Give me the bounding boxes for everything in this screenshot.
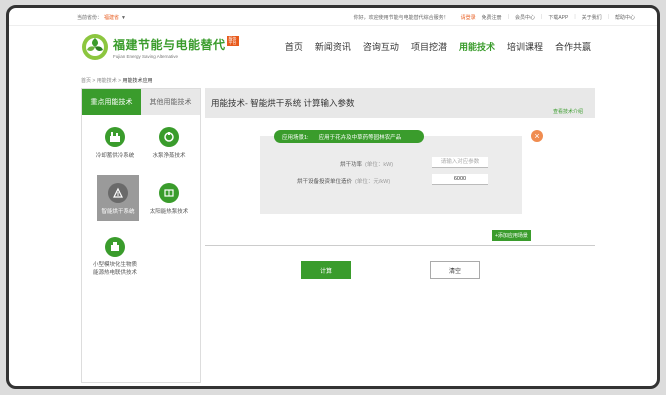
site-header: 福建节能与电能替代 服务平台 Fujian Energy Saving Alter… [9,26,657,74]
welcome-text: 你好，欢迎使用节能与电能替代综合服务！ [353,15,449,21]
breadcrumb-section[interactable]: 用能技术 [97,78,117,84]
field-cost-label: 烘干设备投资单位造价 [297,179,353,185]
unit-cost-input[interactable] [432,174,488,185]
site-subtitle: Fujian Energy Saving Alternative [113,53,179,59]
login-link[interactable]: 请登录 [455,14,479,21]
boiler-icon [159,127,179,147]
breadcrumb-current: 用能技术应用 [122,78,153,84]
tech-item-label: 小型模块化生物质能源热电联供技术 [93,262,138,276]
tech-item-biomass[interactable]: 小型模块化生物质能源热电联供技术 [93,237,137,277]
tab-other-tech[interactable]: 其他用能技术 [141,89,200,115]
nav-consult[interactable]: 咨询互动 [357,40,405,53]
tech-item-label: 太阳能热泵技术 [149,209,189,215]
nav-home[interactable]: 首页 [279,40,309,53]
nav-projects[interactable]: 项目挖潜 [405,40,453,53]
calc-panel: 用能技术- 智能烘干系统 计算输入参数 查看技术介绍 应用场景1: 应用于花卉及中… [205,88,595,246]
field-power-label: 烘干功率 [340,162,363,168]
leaf-logo-icon [81,33,109,61]
field-power-label-row: 烘干功率 (单位：kW) [340,160,393,168]
tech-sidebar: 重点用能技术 其他用能技术 冷却蓄供冷系统 水泵浄蒸技术 智能烘干系统 太阳能热… [81,88,201,383]
nav-training[interactable]: 培训课程 [501,40,549,53]
tech-item-solar-pump[interactable]: 太阳能热泵技术 [147,183,191,215]
power-input[interactable] [432,157,488,168]
tech-item-label: 冷却蓄供冷系统 [95,153,135,159]
add-scenario-button[interactable]: +添加应用场景 [492,230,531,241]
view-tech-intro-link[interactable]: 查看技术介绍 [553,108,583,115]
dryer-icon [108,183,128,203]
register-link[interactable]: 免费注册 [479,14,508,21]
clear-button[interactable]: 清空 [430,261,480,279]
help-center-link[interactable]: 帮助中心 [609,14,641,21]
province-value[interactable]: 福建省 [104,15,119,21]
tech-item-smart-dryer[interactable]: 智能烘干系统 [97,175,139,221]
scenario-label: 应用场景1: [282,134,309,141]
breadcrumb-home[interactable]: 首页 [81,78,91,84]
site-title: 福建节能与电能替代 [113,37,226,52]
site-logo[interactable]: 福建节能与电能替代 服务平台 Fujian Energy Saving Alter… [81,33,239,61]
tech-item-water-pump[interactable]: 水泵浄蒸技术 [147,127,191,159]
province-selector[interactable]: 当前省份： 福建省 ▼ [77,14,126,21]
solar-pump-icon [159,183,179,203]
page-title: 用能技术- 智能烘干系统 计算输入参数 [211,98,355,108]
breadcrumb: 首页 > 用能技术 > 用能技术应用 [81,77,152,84]
field-cost-label-row: 烘干设备投资单位造价 (单位：元/kW) [297,177,390,185]
field-cost-unit: (单位：元/kW) [355,179,391,185]
nav-cooperation[interactable]: 合作共赢 [549,40,597,53]
tech-item-label: 水泵浄蒸技术 [152,153,186,159]
tech-item-label: 智能烘干系统 [101,209,135,215]
utility-links: 你好，欢迎使用节能与电能替代综合服务！ 请登录 免费注册 | 会员中心 | 下载… [348,14,641,21]
chevron-down-icon[interactable]: ▼ [121,15,126,21]
site-badge: 服务平台 [226,35,239,46]
close-icon[interactable]: × [531,130,543,142]
tab-key-tech[interactable]: 重点用能技术 [82,89,141,115]
nav-news[interactable]: 新闻资讯 [309,40,357,53]
top-utility-bar: 当前省份： 福建省 ▼ 你好，欢迎使用节能与电能替代综合服务！ 请登录 免费注册 |… [9,8,657,26]
main-nav: 首页 新闻资讯 咨询互动 项目挖潜 用能技术 培训课程 合作共赢 [279,40,597,53]
scenario-pill: 应用场景1: 应用于花卉及中草药等园林农产品 [274,130,424,143]
member-center-link[interactable]: 会员中心 [509,14,541,21]
biomass-icon [105,237,125,257]
calculate-button[interactable]: 计算 [301,261,351,279]
province-label: 当前省份： [77,15,103,21]
scenario-value: 应用于花卉及中草药等园林农产品 [318,134,402,141]
factory-icon [105,127,125,147]
screenshot-frame: 当前省份： 福建省 ▼ 你好，欢迎使用节能与电能替代综合服务！ 请登录 免费注册 |… [6,5,660,389]
field-power-unit: (单位：kW) [365,162,394,168]
breadcrumb-sep: > [118,78,122,84]
nav-energy-tech[interactable]: 用能技术 [453,40,501,53]
breadcrumb-sep: > [92,78,96,84]
download-app-link[interactable]: 下载APP [542,14,574,21]
about-us-link[interactable]: 关于我们 [576,14,608,21]
tech-item-cooling[interactable]: 冷却蓄供冷系统 [93,127,137,159]
